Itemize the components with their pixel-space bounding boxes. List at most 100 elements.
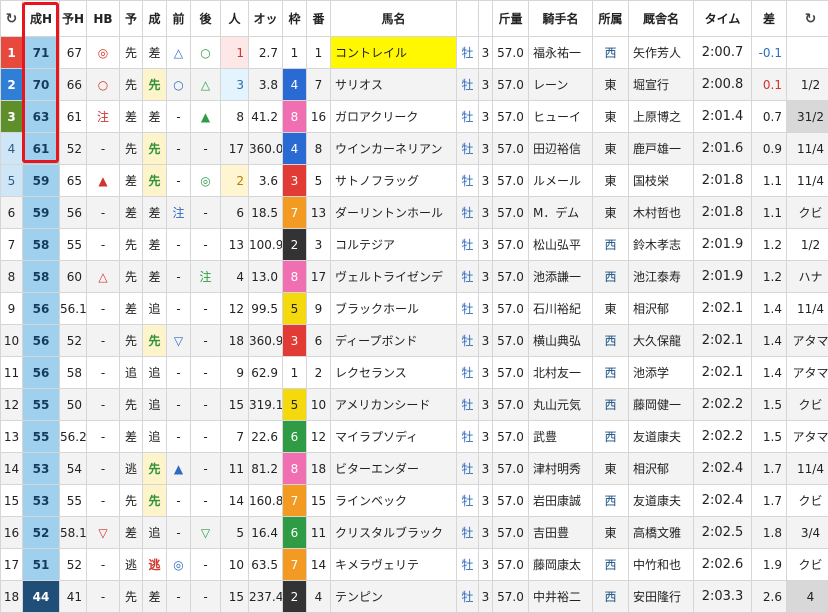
horse-name[interactable]: マイラプソディ — [331, 421, 457, 453]
table-row[interactable]: 184441-先差--15237.424テンピン牡357.0中井裕二西安田隆行2… — [1, 581, 828, 613]
horse-name[interactable]: サリオス — [331, 69, 457, 101]
col-yoH[interactable]: 予H — [60, 1, 87, 37]
table-row[interactable]: 27066○先先○△33.847サリオス牡357.0レーン東堀宣行2:00.80… — [1, 69, 828, 101]
trainer-name[interactable]: 大久保龍 — [629, 325, 694, 357]
jockey-name[interactable]: 丸山元気 — [529, 389, 593, 421]
table-row[interactable]: 75855-先差--13100.923コルテジア牡357.0松山弘平西鈴木孝志2… — [1, 229, 828, 261]
jockey-name[interactable]: 松山弘平 — [529, 229, 593, 261]
col-ban[interactable]: 番 — [307, 1, 331, 37]
col-yo[interactable]: 予 — [120, 1, 143, 37]
waku-badge: 4 — [283, 69, 307, 101]
jockey-name[interactable]: 岩田康誠 — [529, 485, 593, 517]
trainer-name[interactable]: 中竹和也 — [629, 549, 694, 581]
col-ninki[interactable]: 人 — [221, 1, 249, 37]
jockey-name[interactable]: ルメール — [529, 165, 593, 197]
horse-name[interactable]: ダーリントンホール — [331, 197, 457, 229]
trainer-name[interactable]: 上原博之 — [629, 101, 694, 133]
trainer-name[interactable]: 木村哲也 — [629, 197, 694, 229]
table-row[interactable]: 65956-差差注-618.5713ダーリントンホール牡357.0M．デム東木村… — [1, 197, 828, 229]
horse-name[interactable]: テンピン — [331, 581, 457, 613]
horse-name[interactable]: ウインカーネリアン — [331, 133, 457, 165]
horse-name[interactable]: クリスタルブラック — [331, 517, 457, 549]
trainer-name[interactable]: 鈴木孝志 — [629, 229, 694, 261]
jockey-name[interactable]: 石川裕紀 — [529, 293, 593, 325]
col-sei[interactable]: 成 — [143, 1, 167, 37]
horse-name[interactable]: コルテジア — [331, 229, 457, 261]
trainer-name[interactable]: 藤岡健一 — [629, 389, 694, 421]
age-value: 3 — [479, 229, 493, 261]
jockey-name[interactable]: 池添謙一 — [529, 261, 593, 293]
shozoku-label: 西 — [593, 357, 629, 389]
table-row[interactable]: 145354-逃先▲-1181.2818ビターエンダー牡357.0津村明秀東相沢… — [1, 453, 828, 485]
table-row[interactable]: 55965▲差先-◎23.635サトノフラッグ牡357.0ルメール東国枝栄2:0… — [1, 165, 828, 197]
trainer-name[interactable]: 矢作芳人 — [629, 37, 694, 69]
col-shozoku[interactable]: 所属 — [593, 1, 629, 37]
jockey-name[interactable]: 藤岡康太 — [529, 549, 593, 581]
trainer-name[interactable]: 友道康夫 — [629, 485, 694, 517]
trainer-name[interactable]: 堀宣行 — [629, 69, 694, 101]
waku-badge: 8 — [283, 261, 307, 293]
trainer-name[interactable]: 鹿戸雄一 — [629, 133, 694, 165]
horse-name[interactable]: アメリカンシード — [331, 389, 457, 421]
trainer-name[interactable]: 池江泰寿 — [629, 261, 694, 293]
table-row[interactable]: 17167◎先差△○12.711コントレイル牡357.0福永祐一西矢作芳人2:0… — [1, 37, 828, 69]
horse-name[interactable]: ディープボンド — [331, 325, 457, 357]
table-row[interactable]: 46152-先先--17360.048ウインカーネリアン牡357.0田辺裕信東鹿… — [1, 133, 828, 165]
trainer-name[interactable]: 高橋文雅 — [629, 517, 694, 549]
table-row[interactable]: 135556.2-差追--722.6612マイラプソディ牡357.0武豊西友道康… — [1, 421, 828, 453]
col-kin[interactable]: 斤量 — [493, 1, 529, 37]
jockey-name[interactable]: 横山典弘 — [529, 325, 593, 357]
horse-name[interactable]: ガロアクリーク — [331, 101, 457, 133]
table-row[interactable]: 36361注差差-▲841.2816ガロアクリーク牡357.0ヒューイ東上原博之… — [1, 101, 828, 133]
col-odds[interactable]: オッ — [249, 1, 283, 37]
table-row[interactable]: 165258.1▽差追-▽516.4611クリスタルブラック牡357.0吉田豊東… — [1, 517, 828, 549]
table-row[interactable]: 105652-先先▽-18360.936ディープボンド牡357.0横山典弘西大久… — [1, 325, 828, 357]
col-name[interactable]: 馬名 — [331, 1, 457, 37]
trainer-name[interactable]: 国枝栄 — [629, 165, 694, 197]
trainer-name[interactable]: 友道康夫 — [629, 421, 694, 453]
jockey-name[interactable]: 田辺裕信 — [529, 133, 593, 165]
trainer-name[interactable]: 安田隆行 — [629, 581, 694, 613]
sei-style: 差 — [143, 229, 167, 261]
jockey-name[interactable]: 津村明秀 — [529, 453, 593, 485]
col-time[interactable]: タイム — [694, 1, 752, 37]
horse-name[interactable]: ラインベック — [331, 485, 457, 517]
table-row[interactable]: 125550-先追--15319.1510アメリカンシード牡357.0丸山元気西… — [1, 389, 828, 421]
table-row[interactable]: 95656.1-差追--1299.559ブラックホール牡357.0石川裕紀東相沢… — [1, 293, 828, 325]
jockey-name[interactable]: レーン — [529, 69, 593, 101]
jockey-name[interactable]: 吉田豊 — [529, 517, 593, 549]
col-waku[interactable]: 枠 — [283, 1, 307, 37]
col-hb[interactable]: HB — [87, 1, 120, 37]
jockey-name[interactable]: 武豊 — [529, 421, 593, 453]
horse-name[interactable]: キメラヴェリテ — [331, 549, 457, 581]
horse-name[interactable]: コントレイル — [331, 37, 457, 69]
horse-name[interactable]: ブラックホール — [331, 293, 457, 325]
trainer-name[interactable]: 相沢郁 — [629, 453, 694, 485]
jockey-name[interactable]: 中井裕二 — [529, 581, 593, 613]
horse-name[interactable]: ヴェルトライゼンデ — [331, 261, 457, 293]
jockey-name[interactable]: 福永祐一 — [529, 37, 593, 69]
horse-name[interactable]: サトノフラッグ — [331, 165, 457, 197]
table-row[interactable]: 155355-先先--14160.8715ラインベック牡357.0岩田康誠西友道… — [1, 485, 828, 517]
trainer-name[interactable]: 相沢郁 — [629, 293, 694, 325]
kin-value: 57.0 — [493, 421, 529, 453]
col-ato[interactable]: 後 — [191, 1, 221, 37]
jockey-name[interactable]: 北村友一 — [529, 357, 593, 389]
col-jockey[interactable]: 騎手名 — [529, 1, 593, 37]
reload-right-button[interactable]: ↻ — [787, 1, 828, 37]
table-row[interactable]: 115658-追追--962.912レクセランス牡357.0北村友一西池添学2:… — [1, 357, 828, 389]
horse-name[interactable]: レクセランス — [331, 357, 457, 389]
horse-name[interactable]: ビターエンダー — [331, 453, 457, 485]
waku-badge: 2 — [283, 581, 307, 613]
col-sa[interactable]: 差 — [752, 1, 787, 37]
table-row[interactable]: 175152-逃逃◎-1063.5714キメラヴェリテ牡357.0藤岡康太西中竹… — [1, 549, 828, 581]
jockey-name[interactable]: M．デム — [529, 197, 593, 229]
shozoku-label: 西 — [593, 581, 629, 613]
col-trainer[interactable]: 厩舎名 — [629, 1, 694, 37]
col-mae[interactable]: 前 — [167, 1, 191, 37]
reload-left-button[interactable]: ↻ — [1, 1, 23, 37]
jockey-name[interactable]: ヒューイ — [529, 101, 593, 133]
trainer-name[interactable]: 池添学 — [629, 357, 694, 389]
col-seiH[interactable]: 成H — [23, 1, 60, 37]
table-row[interactable]: 85860△先差-注413.0817ヴェルトライゼンデ牡357.0池添謙一西池江… — [1, 261, 828, 293]
